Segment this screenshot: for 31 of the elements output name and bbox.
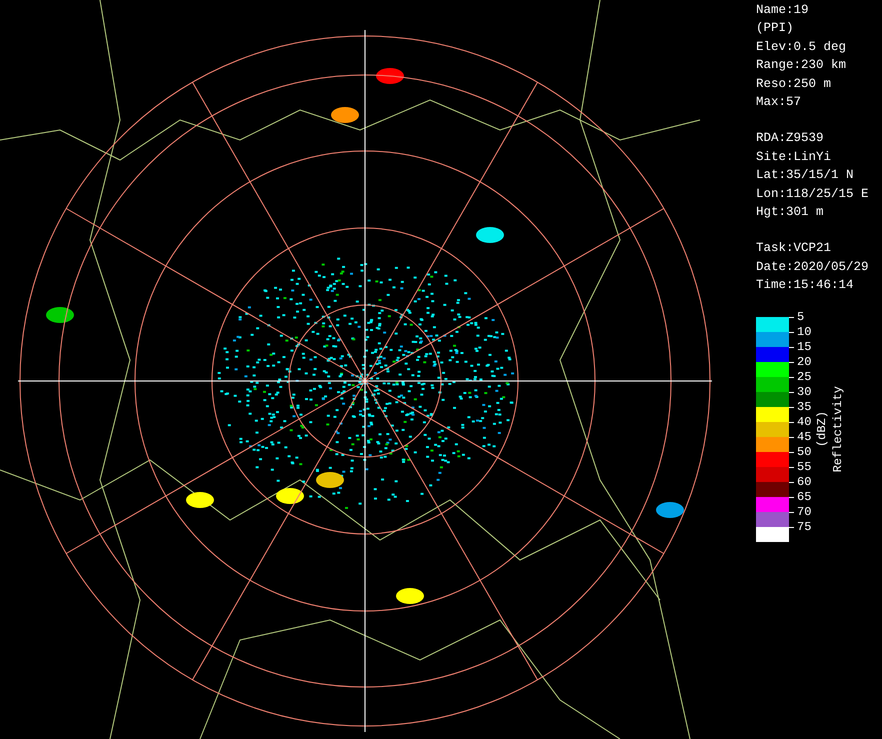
radar-info-text: Time:15:46:14	[756, 277, 855, 294]
scale-value-label: 55	[797, 460, 812, 473]
scale-value-label: 45	[797, 430, 812, 443]
radar-info-text: Elev:0.5 deg	[756, 38, 848, 56]
scale-value-label: 60	[797, 476, 812, 488]
radar-info-text: Name:19	[756, 2, 810, 19]
scale-value-label: 15	[797, 340, 812, 353]
scale-value-label: 25	[797, 370, 812, 383]
unit-label: (dBZ)	[815, 411, 829, 448]
scale-value-label: 10	[797, 326, 812, 338]
radar-info-text: Lon:118/25/15 E	[756, 186, 869, 203]
radar-info-text: Max:57	[756, 94, 802, 112]
scale-value-label: 75	[797, 520, 812, 533]
scale-value-label: 35	[797, 400, 812, 413]
radar-info-text: Date:2020/05/29	[756, 258, 869, 276]
scale-value-label: 30	[797, 386, 812, 398]
radar-info-text: RDA:Z9539	[756, 130, 825, 148]
radar-info-text: Hgt:301 m	[756, 204, 825, 222]
radar-info-text: Task:VCP21	[756, 240, 832, 258]
scale-value-label: 40	[797, 416, 812, 428]
scale-value-label: 50	[797, 446, 812, 458]
radar-info-text: Range:230 km	[756, 57, 848, 74]
radar-info-text: Lat:35/15/1 N	[756, 167, 855, 184]
scale-value-label: 65	[797, 490, 812, 503]
radar-info-text: Site:LinYi	[756, 148, 832, 166]
radar-info-text: Reso:250 m	[756, 76, 832, 93]
legend-title: Reflectivity	[831, 386, 845, 472]
scale-value-label: 70	[797, 506, 812, 518]
scale-value-label: 5	[797, 310, 806, 323]
radar-info-text: (PPI)	[756, 20, 795, 38]
scale-value-label: 20	[797, 356, 812, 368]
